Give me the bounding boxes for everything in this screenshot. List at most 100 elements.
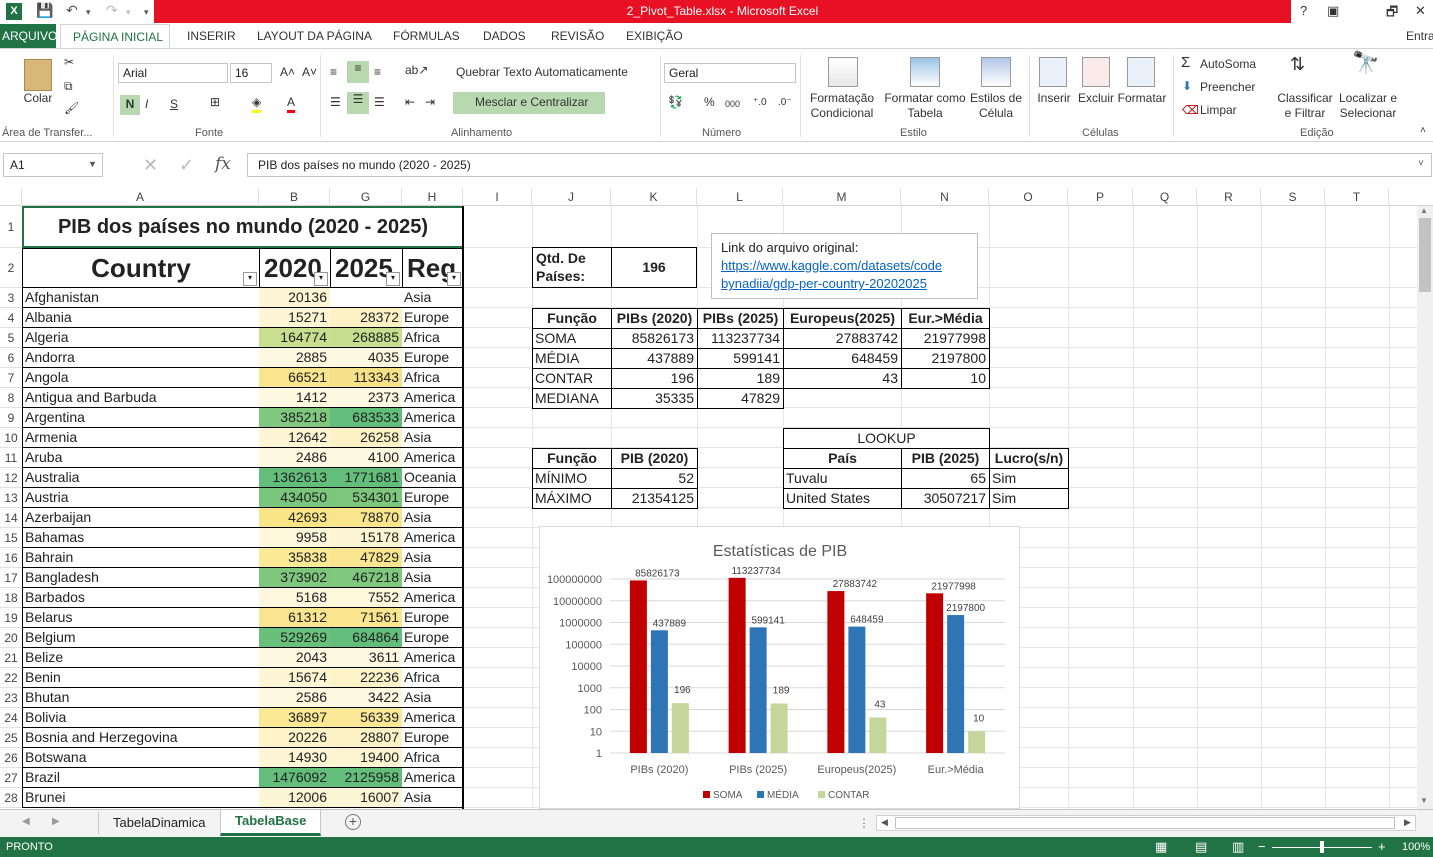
stats-cell[interactable]: 189 (697, 368, 784, 389)
tab-inserir[interactable]: INSERIR (187, 29, 236, 43)
country-cell[interactable]: Belgium (22, 628, 260, 648)
split-handle-icon[interactable]: ⋮ (858, 816, 870, 830)
decrease-decimal-icon[interactable]: .0⁻ (778, 95, 792, 110)
paste-button[interactable]: Colar (18, 91, 58, 106)
stats-cell[interactable]: 113237734 (697, 328, 784, 349)
gdp-2025-cell[interactable]: 16007 (330, 788, 403, 808)
stats-header-cell[interactable]: PIBs (2020) (611, 308, 698, 329)
row-header[interactable]: 23 (0, 688, 22, 708)
tab-arquivo[interactable]: ARQUIVO (0, 24, 57, 48)
stats-cell[interactable]: 437889 (611, 348, 698, 369)
link-url-line1[interactable]: https://www.kaggle.com/datasets/code (721, 257, 968, 275)
increase-font-icon[interactable]: A˄ (280, 65, 295, 80)
gdp-2020-cell[interactable]: 1476092 (259, 768, 331, 788)
stats-header-cell[interactable]: Europeus(2025) (783, 308, 902, 329)
gdp-2020-cell[interactable]: 42693 (259, 508, 331, 528)
stats-cell[interactable]: MÉDIA (532, 348, 612, 369)
gdp-2025-cell[interactable]: 3422 (330, 688, 403, 708)
col-header-n[interactable]: N (901, 188, 989, 206)
thousands-button[interactable]: 000 (725, 97, 740, 112)
col-header-g[interactable]: G (330, 188, 402, 206)
sort-filter-icon[interactable]: ⇅ (1290, 55, 1305, 73)
stats-cell[interactable]: 85826173 (611, 328, 698, 349)
align-right-icon[interactable]: ☰ (374, 95, 385, 110)
gdp-2025-cell[interactable]: 113343 (330, 368, 403, 388)
region-cell[interactable]: Asia (402, 688, 464, 708)
page-layout-view-icon[interactable]: ▤ (1195, 839, 1207, 855)
percent-button[interactable]: % (704, 95, 715, 110)
gdp-2020-cell[interactable]: 434050 (259, 488, 331, 508)
zoom-out-icon[interactable]: − (1258, 839, 1266, 854)
gdp-2025-cell[interactable]: 467218 (330, 568, 403, 588)
col-header-l[interactable]: L (697, 188, 783, 206)
tab-formulas[interactable]: FÓRMULAS (393, 29, 460, 43)
region-cell[interactable]: America (402, 708, 464, 728)
country-cell[interactable]: Andorra (22, 348, 260, 368)
collapse-ribbon-icon[interactable]: ˄ (1420, 123, 1426, 138)
lookup-header-cell[interactable]: Lucro(s/n) (989, 448, 1069, 469)
col-header-o[interactable]: O (989, 188, 1068, 206)
gdp-2025-cell[interactable]: 22236 (330, 668, 403, 688)
minmax-header-cell[interactable]: PIB (2020) (611, 448, 698, 469)
gdp-2025-cell[interactable]: 684864 (330, 628, 403, 648)
gdp-2020-cell[interactable]: 164774 (259, 328, 331, 348)
gdp-2025-cell[interactable]: 2373 (330, 388, 403, 408)
row-header[interactable]: 17 (0, 568, 22, 588)
clear-icon[interactable]: ⌫ (1182, 103, 1199, 118)
chart-area[interactable]: Estatísticas de PIB 100000000 10000000 1000… (539, 526, 1020, 809)
underline-button[interactable]: S (170, 97, 178, 112)
cut-icon[interactable]: ✂ (64, 55, 74, 70)
region-cell[interactable]: America (402, 768, 464, 788)
gdp-2025-cell[interactable] (330, 288, 403, 308)
col-header-q[interactable]: Q (1133, 188, 1197, 206)
conditional-format-icon[interactable] (828, 57, 858, 87)
fill-color-icon[interactable]: ◈ (252, 95, 262, 113)
row-header[interactable]: 14 (0, 508, 22, 528)
region-cell[interactable]: Asia (402, 548, 464, 568)
region-cell[interactable]: Asia (402, 288, 464, 308)
gdp-2020-cell[interactable]: 12642 (259, 428, 331, 448)
region-cell[interactable]: America (402, 388, 464, 408)
region-cell[interactable]: America (402, 408, 464, 428)
country-cell[interactable]: Benin (22, 668, 260, 688)
gdp-2025-cell[interactable]: 2125958 (330, 768, 403, 788)
col-header-h[interactable]: H (402, 188, 463, 206)
signin-link[interactable]: Entra (1406, 29, 1433, 43)
minmax-cell[interactable]: 21354125 (611, 488, 698, 509)
country-cell[interactable]: Bangladesh (22, 568, 260, 588)
minmax-cell[interactable]: MÍNIMO (532, 468, 612, 489)
header-country[interactable]: Country (22, 248, 260, 288)
align-middle-icon[interactable]: ≡ (347, 61, 369, 83)
lookup-title-cell[interactable]: LOOKUP (783, 428, 990, 449)
minmax-cell[interactable]: 52 (611, 468, 698, 489)
formula-input[interactable]: PIB dos países no mundo (2020 - 2025) (247, 153, 1432, 177)
stats-cell[interactable]: 2197800 (901, 348, 990, 369)
row-header[interactable]: 24 (0, 708, 22, 728)
sheet-tab-tabeladinamica[interactable]: TabelaDinamica (98, 812, 221, 834)
gdp-2025-cell[interactable]: 1771681 (330, 468, 403, 488)
stats-cell[interactable]: 599141 (697, 348, 784, 369)
gdp-2025-cell[interactable]: 26258 (330, 428, 403, 448)
row-header[interactable]: 25 (0, 728, 22, 748)
paste-icon[interactable] (24, 59, 52, 91)
row-header[interactable]: 6 (0, 348, 22, 368)
country-cell[interactable]: Botswana (22, 748, 260, 768)
country-cell[interactable]: Bahrain (22, 548, 260, 568)
row-header[interactable]: 8 (0, 388, 22, 408)
region-cell[interactable]: Africa (402, 748, 464, 768)
row-header[interactable]: 15 (0, 528, 22, 548)
gdp-2025-cell[interactable]: 78870 (330, 508, 403, 528)
row-header[interactable]: 26 (0, 748, 22, 768)
gdp-2020-cell[interactable]: 2586 (259, 688, 331, 708)
scroll-left-icon[interactable]: ◀ (881, 817, 888, 828)
qtd-value[interactable]: 196 (611, 247, 697, 288)
gdp-2025-cell[interactable]: 4035 (330, 348, 403, 368)
format-table-button[interactable]: Formatar como Tabela (880, 91, 970, 121)
scrollbar-thumb[interactable] (1419, 218, 1431, 292)
filter-sort-icon[interactable]: ▾ (243, 272, 257, 286)
region-cell[interactable]: Europe (402, 348, 464, 368)
filter-dropdown-icon[interactable]: ▾ (314, 272, 328, 286)
gdp-2020-cell[interactable]: 66521 (259, 368, 331, 388)
stats-cell[interactable]: CONTAR (532, 368, 612, 389)
copy-icon[interactable]: ⧉ (64, 79, 73, 94)
